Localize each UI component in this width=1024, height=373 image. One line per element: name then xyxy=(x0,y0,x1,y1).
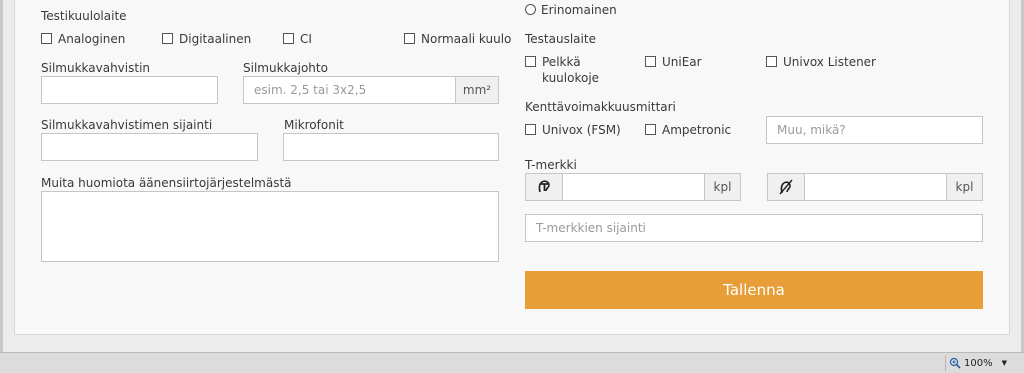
testikuulolaite-label: Testikuulolaite xyxy=(41,9,127,23)
checkbox-digitaalinen-label: Digitaalinen xyxy=(179,32,252,46)
checkbox-analoginen-label: Analoginen xyxy=(58,32,126,46)
radio-erinomainen[interactable] xyxy=(525,4,536,15)
dropdown-arrow-icon[interactable]: ▼ xyxy=(1002,359,1007,367)
hearing-loop-ear-icon xyxy=(767,173,805,201)
kenttavoimakkuusmittari-other-input[interactable] xyxy=(766,116,983,144)
zoom-control[interactable]: 100% ▼ xyxy=(945,355,1007,371)
huomioita-textarea[interactable] xyxy=(41,191,499,262)
checkbox-ci[interactable] xyxy=(283,33,294,44)
radio-erinomainen-label: Erinomainen xyxy=(541,3,617,17)
t-merkki-count-input-2[interactable] xyxy=(804,173,947,201)
magnifier-icon xyxy=(949,357,961,369)
checkbox-uniear[interactable] xyxy=(645,56,656,67)
sijainti-label: Silmukkavahvistimen sijainti xyxy=(41,118,213,132)
checkbox-ampetronic-label: Ampetronic xyxy=(662,123,732,137)
checkbox-ampetronic[interactable] xyxy=(645,124,656,135)
silmukkajohto-unit: mm² xyxy=(455,76,499,104)
mikrofonit-label: Mikrofonit xyxy=(284,118,344,132)
kenttavoimakkuusmittari-label: Kenttävoimakkuusmittari xyxy=(525,100,676,114)
t-merkki-unit-1: kpl xyxy=(704,173,741,201)
checkbox-univox-fsm-label: Univox (FSM) xyxy=(542,123,621,137)
testauslaite-label: Testauslaite xyxy=(525,32,596,46)
mikrofonit-input[interactable] xyxy=(283,133,499,161)
save-button[interactable]: Tallenna xyxy=(525,271,983,309)
checkbox-uniear-label: UniEar xyxy=(662,55,702,69)
checkbox-normaali-kuulo-label: Normaali kuulo xyxy=(421,32,512,46)
checkbox-pelkka-kuulokoje-label: Pelkkä kuulokoje xyxy=(542,55,600,85)
silmukkavahvistin-label: Silmukkavahvistin xyxy=(41,61,151,75)
zoom-level: 100% xyxy=(964,357,993,369)
window-left-edge xyxy=(0,0,3,352)
silmukkavahvistin-input[interactable] xyxy=(41,76,218,104)
checkbox-digitaalinen[interactable] xyxy=(162,33,173,44)
status-bar: 100% ▼ xyxy=(0,352,1024,373)
sijainti-input[interactable] xyxy=(41,133,258,161)
checkbox-analoginen[interactable] xyxy=(41,33,52,44)
checkbox-univox-listener-label: Univox Listener xyxy=(783,55,876,69)
checkbox-pelkka-kuulokoje[interactable] xyxy=(525,56,536,67)
huomioita-label: Muita huomiota äänensiirtojärjestelmästä xyxy=(41,176,292,190)
t-merkki-count-input-1[interactable] xyxy=(562,173,705,201)
t-loop-ear-icon xyxy=(525,173,563,201)
checkbox-univox-listener[interactable] xyxy=(766,56,777,67)
t-merkki-label: T-merkki xyxy=(525,158,577,172)
t-merkkien-sijainti-input[interactable] xyxy=(525,214,983,242)
t-merkki-unit-2: kpl xyxy=(946,173,983,201)
checkbox-ci-label: CI xyxy=(300,32,312,46)
checkbox-univox-fsm[interactable] xyxy=(525,124,536,135)
checkbox-normaali-kuulo[interactable] xyxy=(404,33,415,44)
silmukkajohto-input[interactable] xyxy=(243,76,456,104)
silmukkajohto-label: Silmukkajohto xyxy=(243,61,328,75)
